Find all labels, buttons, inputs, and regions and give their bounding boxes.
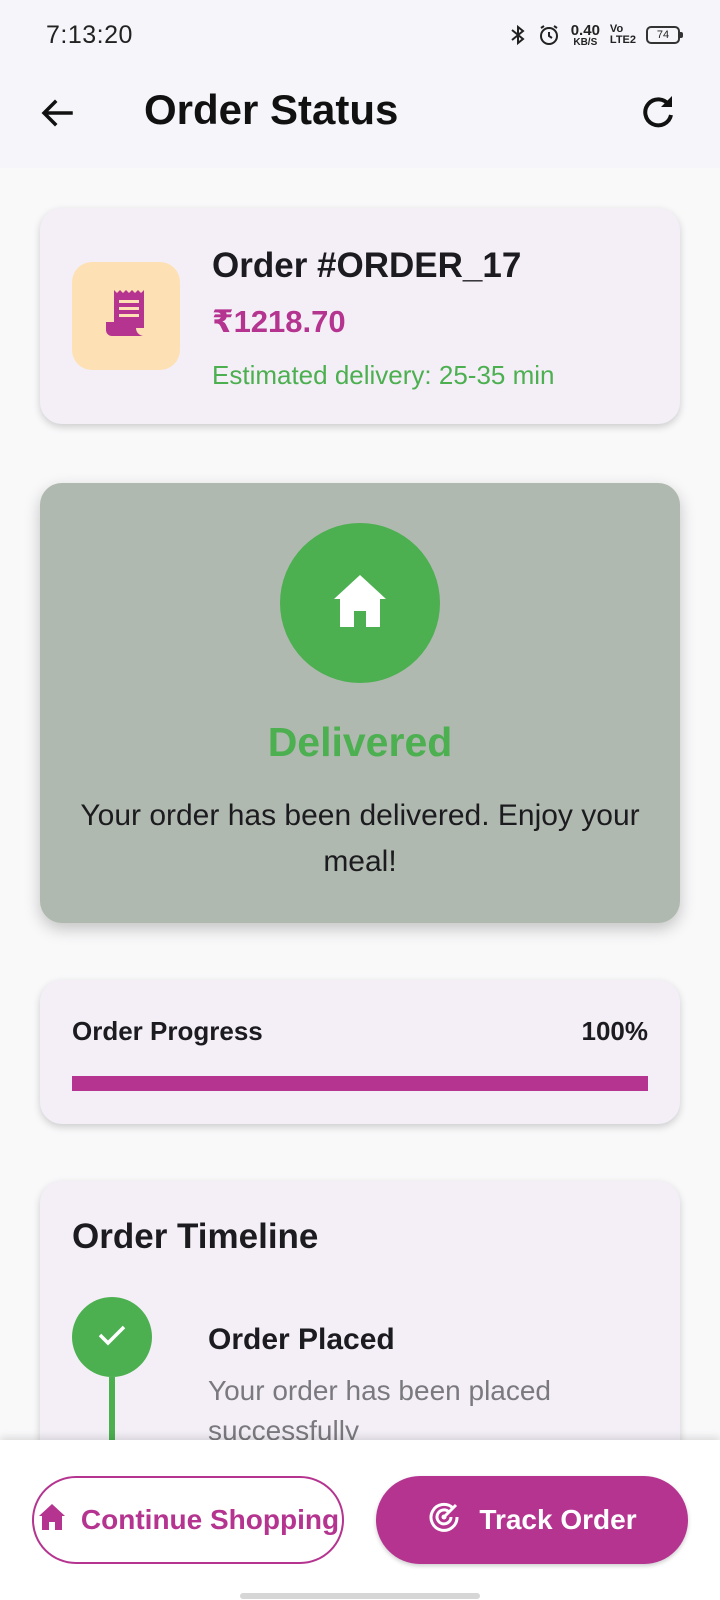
status-time: 7:13:20 — [46, 20, 133, 49]
progress-label: Order Progress — [72, 1016, 263, 1046]
progress-bar — [72, 1076, 648, 1091]
home-indicator — [240, 1593, 480, 1599]
timeline-step-title: Order Placed — [208, 1323, 395, 1356]
battery-icon: 74 — [646, 26, 683, 44]
home-icon — [330, 571, 390, 636]
timeline-title: Order Timeline — [72, 1217, 319, 1256]
home-icon — [37, 1502, 67, 1539]
network-speed: 0.40 KB/S — [570, 21, 600, 48]
track-order-button[interactable]: Track Order — [376, 1476, 688, 1564]
status-icons: 0.40 KB/S Vo LTE2 74 — [509, 21, 683, 48]
delivery-status-title: Delivered — [267, 719, 453, 765]
continue-shopping-button[interactable]: Continue Shopping — [32, 1476, 344, 1564]
app-bar: Order Status — [0, 70, 720, 168]
bluetooth-icon — [509, 23, 527, 47]
volte-indicator: Vo LTE2 — [609, 23, 636, 46]
order-id: Order #ORDER_17 — [212, 246, 522, 285]
receipt-icon — [102, 288, 150, 345]
timeline-step-description: Your order has been placed successfully — [208, 1375, 551, 1446]
arrow-left-icon — [39, 95, 75, 136]
page-title: Order Status — [144, 86, 399, 133]
refresh-icon — [639, 93, 677, 136]
back-button[interactable] — [36, 94, 78, 136]
order-amount: ₹1218.70 — [212, 304, 346, 339]
status-bar: 7:13:20 0.40 KB/S Vo LTE2 74 — [0, 0, 720, 70]
estimated-delivery: Estimated delivery: 25-35 min — [212, 360, 555, 390]
delivery-status-card: Delivered Your order has been delivered.… — [40, 483, 680, 923]
progress-bar-fill — [72, 1076, 648, 1091]
refresh-button[interactable] — [636, 92, 680, 136]
check-icon — [95, 1318, 129, 1357]
progress-value: 100% — [581, 1016, 649, 1046]
order-summary-card: Order #ORDER_17 ₹1218.70 Estimated deliv… — [40, 208, 680, 424]
continue-shopping-label: Continue Shopping — [80, 1504, 340, 1535]
bottom-action-bar: Continue Shopping Track Order — [0, 1440, 720, 1600]
track-order-label: Track Order — [479, 1504, 637, 1535]
alarm-icon — [537, 23, 561, 47]
delivered-status-badge — [280, 523, 440, 683]
order-progress-card: Order Progress 100% — [40, 980, 680, 1124]
timeline-step-indicator — [72, 1297, 152, 1377]
order-icon-container — [72, 262, 180, 370]
delivery-status-message: Your order has been delivered. Enjoy you… — [80, 799, 640, 878]
radar-icon — [427, 1500, 461, 1541]
